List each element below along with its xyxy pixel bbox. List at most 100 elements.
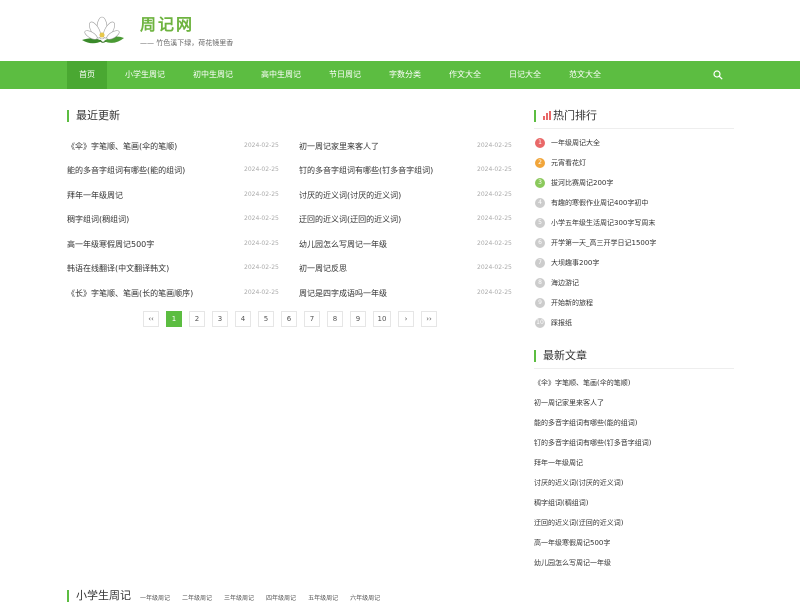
list-item[interactable]: 《长》字笔顺、笔画(长的笔画顺序) xyxy=(67,288,193,299)
nav-item-high-school[interactable]: 高中生周记 xyxy=(251,61,311,89)
divider xyxy=(534,368,734,369)
list-item[interactable]: 拜年一年级周记 xyxy=(67,190,123,201)
hot-section-title: 热门排行 xyxy=(534,110,597,122)
page-button-2[interactable]: 2 xyxy=(189,311,205,327)
list-item[interactable]: 幼儿园怎么写周记一年级 xyxy=(299,239,387,250)
list-date: 2024-02-25 xyxy=(477,289,512,296)
hot-item-title[interactable]: 大坝趣事200字 xyxy=(551,258,599,268)
grade-link[interactable]: 三年级周记 xyxy=(224,593,254,602)
hot-item-title[interactable]: 小学五年级生活周记300字写周末 xyxy=(551,218,655,228)
list-date: 2024-02-25 xyxy=(244,264,279,271)
list-item[interactable]: 韩语在线翻译(中文翻译韩文) xyxy=(67,263,169,274)
list-item[interactable]: 迂回的近义词(迂回的近义词) xyxy=(299,214,401,225)
rank-badge: 9 xyxy=(535,298,545,308)
page-next-button[interactable]: › xyxy=(398,311,414,327)
list-item[interactable]: 讨厌的近义词(讨厌的近义词) xyxy=(299,190,401,201)
list-item[interactable]: 《伞》字笔顺、笔画(伞的笔顺) xyxy=(67,141,177,152)
list-item[interactable]: 初一周记反思 xyxy=(299,263,347,274)
nav-item-essays[interactable]: 作文大全 xyxy=(439,61,491,89)
nav-item-festival[interactable]: 节日周记 xyxy=(319,61,371,89)
grade-link[interactable]: 二年级周记 xyxy=(182,593,212,602)
hot-item-title[interactable]: 开始新的旅程 xyxy=(551,298,593,308)
list-item[interactable]: 高一年级寒假周记500字 xyxy=(67,239,154,250)
nav-item-middle-school[interactable]: 初中生周记 xyxy=(183,61,243,89)
hot-item-title[interactable]: 一年级周记大全 xyxy=(551,138,600,148)
divider xyxy=(534,128,734,129)
list-date: 2024-02-25 xyxy=(244,191,279,198)
list-item[interactable]: 拜年一年级周记 xyxy=(534,458,583,468)
list-item[interactable]: 初一周记家里来客人了 xyxy=(299,141,379,152)
hot-list-item[interactable]: 5 小学五年级生活周记300字写周末 xyxy=(535,217,655,229)
list-item[interactable]: 钉的多音字组词有哪些(钉多音字组词) xyxy=(299,165,433,176)
hot-list-item[interactable]: 4 有趣的寒假作业周记400字初中 xyxy=(535,197,648,209)
rank-badge: 10 xyxy=(535,318,545,328)
site-header: 周记网 —— 竹色溪下绿，荷花镜里香 xyxy=(0,0,800,61)
page-button-3[interactable]: 3 xyxy=(212,311,228,327)
hot-list-item[interactable]: 10 踩报纸 xyxy=(535,317,572,329)
recent-section-title: 最新文章 xyxy=(534,350,587,362)
grade-link[interactable]: 六年级周记 xyxy=(350,593,380,602)
page-button-7[interactable]: 7 xyxy=(304,311,320,327)
rank-badge: 8 xyxy=(535,278,545,288)
latest-section-title: 最近更新 xyxy=(67,110,120,122)
list-item[interactable]: 《伞》字笔顺、笔画(伞的笔顺) xyxy=(534,378,630,388)
page-button-9[interactable]: 9 xyxy=(350,311,366,327)
list-item[interactable]: 稠字组词(稠组词) xyxy=(534,498,588,508)
list-date: 2024-02-25 xyxy=(477,191,512,198)
page-button-5[interactable]: 5 xyxy=(258,311,274,327)
hot-list-item[interactable]: 7 大坝趣事200字 xyxy=(535,257,599,269)
list-date: 2024-02-25 xyxy=(477,215,512,222)
lotus-logo[interactable] xyxy=(76,10,128,50)
list-item[interactable]: 能的多音字组词有哪些(能的组词) xyxy=(534,418,637,428)
hot-item-title[interactable]: 拔河比赛周记200字 xyxy=(551,178,613,188)
list-item[interactable]: 能的多音字组词有哪些(能的组词) xyxy=(67,165,185,176)
main-nav: 首页 小学生周记 初中生周记 高中生周记 节日周记 字数分类 作文大全 日记大全… xyxy=(0,61,800,89)
pagination: ‹‹ 1 2 3 4 5 6 7 8 9 10 › ›› xyxy=(143,311,444,327)
primary-school-section-title[interactable]: 小学生周记 xyxy=(67,590,131,602)
list-item[interactable]: 周记是四字成语吗一年级 xyxy=(299,288,387,299)
hot-list-item[interactable]: 9 开始新的旅程 xyxy=(535,297,593,309)
page-last-button[interactable]: ›› xyxy=(421,311,437,327)
nav-item-home[interactable]: 首页 xyxy=(67,61,107,89)
page-button-8[interactable]: 8 xyxy=(327,311,343,327)
list-item[interactable]: 幼儿园怎么写周记一年级 xyxy=(534,558,611,568)
nav-item-samples[interactable]: 范文大全 xyxy=(559,61,611,89)
page-button-1[interactable]: 1 xyxy=(166,311,182,327)
list-item[interactable]: 高一年级寒假周记500字 xyxy=(534,538,610,548)
list-date: 2024-02-25 xyxy=(244,215,279,222)
hot-list-item[interactable]: 2 元宵看花灯 xyxy=(535,157,586,169)
hot-item-title[interactable]: 海边游记 xyxy=(551,278,579,288)
list-date: 2024-02-25 xyxy=(477,166,512,173)
hot-item-title[interactable]: 元宵看花灯 xyxy=(551,158,586,168)
hot-list-item[interactable]: 1 一年级周记大全 xyxy=(535,137,600,149)
list-item[interactable]: 迂回的近义词(迂回的近义词) xyxy=(534,518,623,528)
search-icon[interactable] xyxy=(713,70,723,80)
list-item[interactable]: 稠字组词(稠组词) xyxy=(67,214,129,225)
nav-item-word-count[interactable]: 字数分类 xyxy=(379,61,431,89)
hot-item-title[interactable]: 有趣的寒假作业周记400字初中 xyxy=(551,198,648,208)
page-button-6[interactable]: 6 xyxy=(281,311,297,327)
rank-badge: 2 xyxy=(535,158,545,168)
nav-item-diaries[interactable]: 日记大全 xyxy=(499,61,551,89)
hot-list-item[interactable]: 3 拔河比赛周记200字 xyxy=(535,177,613,189)
rank-badge: 7 xyxy=(535,258,545,268)
rank-badge: 5 xyxy=(535,218,545,228)
hot-list-item[interactable]: 8 海边游记 xyxy=(535,277,579,289)
hot-item-title[interactable]: 开学第一天_高三开学日记1500字 xyxy=(551,238,656,248)
nav-item-primary-school[interactable]: 小学生周记 xyxy=(115,61,175,89)
hot-list-item[interactable]: 6 开学第一天_高三开学日记1500字 xyxy=(535,237,656,249)
list-date: 2024-02-25 xyxy=(244,142,279,149)
page-button-4[interactable]: 4 xyxy=(235,311,251,327)
grade-link[interactable]: 一年级周记 xyxy=(140,593,170,602)
hot-item-title[interactable]: 踩报纸 xyxy=(551,318,572,328)
list-item[interactable]: 初一周记家里来客人了 xyxy=(534,398,604,408)
page-first-button[interactable]: ‹‹ xyxy=(143,311,159,327)
list-item[interactable]: 钉的多音字组词有哪些(钉多音字组词) xyxy=(534,438,651,448)
grade-link[interactable]: 五年级周记 xyxy=(308,593,338,602)
grade-link[interactable]: 四年级周记 xyxy=(266,593,296,602)
bar-chart-icon xyxy=(543,111,551,120)
list-item[interactable]: 讨厌的近义词(讨厌的近义词) xyxy=(534,478,623,488)
site-brand[interactable]: 周记网 xyxy=(140,11,194,35)
page-button-10[interactable]: 10 xyxy=(373,311,391,327)
list-date: 2024-02-25 xyxy=(244,166,279,173)
